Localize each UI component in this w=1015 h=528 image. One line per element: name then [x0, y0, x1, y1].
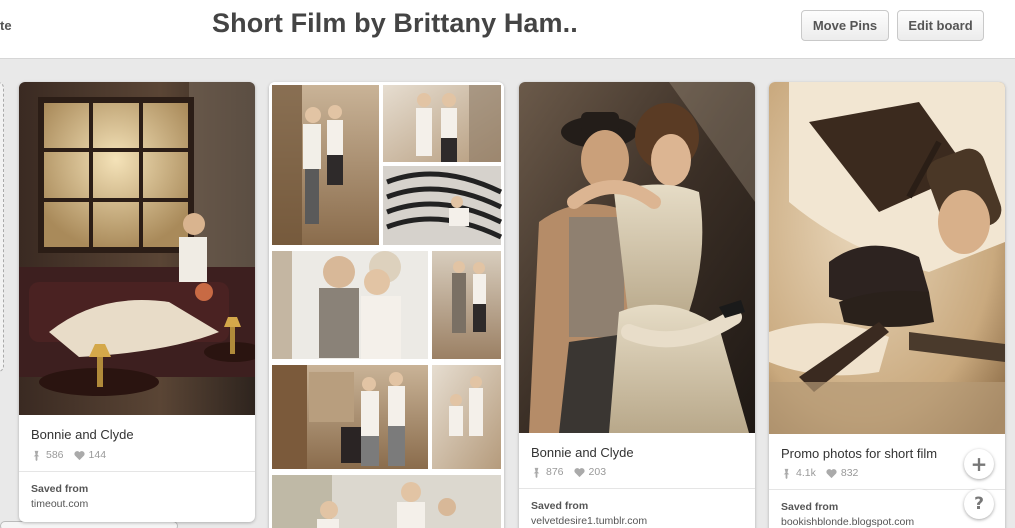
like-count: 832 — [840, 467, 859, 479]
repin-count: 586 — [46, 449, 64, 461]
partial-pin-card[interactable] — [0, 82, 4, 372]
like-count: 144 — [88, 449, 107, 461]
pin-card[interactable]: Bonnie and Clyde 586 144 Saved from time… — [19, 82, 255, 522]
heart-icon — [73, 450, 85, 460]
pin-card[interactable] — [269, 82, 504, 528]
pin-description: Promo photos for short film — [781, 446, 938, 461]
pin-photo — [19, 82, 255, 415]
pin-description: Bonnie and Clyde — [31, 427, 134, 442]
board-header: te Short Film by Brittany Ham.. Move Pin… — [0, 0, 1015, 59]
pin-icon — [533, 467, 540, 478]
add-pin-button[interactable]: + — [964, 449, 994, 479]
saved-from-label: Saved from — [31, 483, 89, 495]
like-count: 203 — [588, 466, 607, 478]
divider — [769, 489, 1005, 490]
pin-image[interactable] — [19, 82, 255, 415]
saved-from-label: Saved from — [781, 501, 839, 513]
source-link[interactable]: velvetdesire1.tumblr.com — [531, 515, 647, 527]
pin-image[interactable] — [769, 82, 1005, 434]
source-link[interactable]: bookishblonde.blogspot.com — [781, 516, 914, 528]
pin-icon — [783, 468, 790, 479]
pin-card[interactable]: Bonnie and Clyde 876 203 Saved from velv… — [519, 82, 755, 528]
help-button[interactable]: ? — [964, 489, 994, 519]
heart-icon — [826, 468, 837, 478]
pin-stats: 4.1k 832 — [781, 467, 858, 479]
heart-icon — [573, 467, 585, 477]
source-link[interactable]: timeout.com — [31, 498, 88, 510]
pin-image[interactable] — [269, 82, 504, 528]
pin-photo — [769, 82, 1005, 434]
partial-pin-card-bottom[interactable] — [0, 521, 178, 528]
repin-count: 4.1k — [796, 467, 816, 479]
pin-icon — [33, 450, 40, 461]
edit-board-button[interactable]: Edit board — [897, 10, 984, 41]
header-left-fragment[interactable]: te — [0, 18, 12, 33]
repin-count: 876 — [546, 466, 564, 478]
pin-description: Bonnie and Clyde — [531, 445, 634, 460]
pin-stats: 586 144 — [31, 449, 106, 461]
board-title: Short Film by Brittany Ham.. — [212, 8, 578, 38]
divider — [19, 471, 255, 472]
move-pins-button[interactable]: Move Pins — [801, 10, 889, 41]
pin-photo-collage — [272, 85, 503, 528]
pin-photo — [519, 82, 755, 433]
pin-stats: 876 203 — [531, 466, 606, 478]
pin-image[interactable] — [519, 82, 755, 433]
saved-from-label: Saved from — [531, 500, 589, 512]
divider — [519, 488, 755, 489]
